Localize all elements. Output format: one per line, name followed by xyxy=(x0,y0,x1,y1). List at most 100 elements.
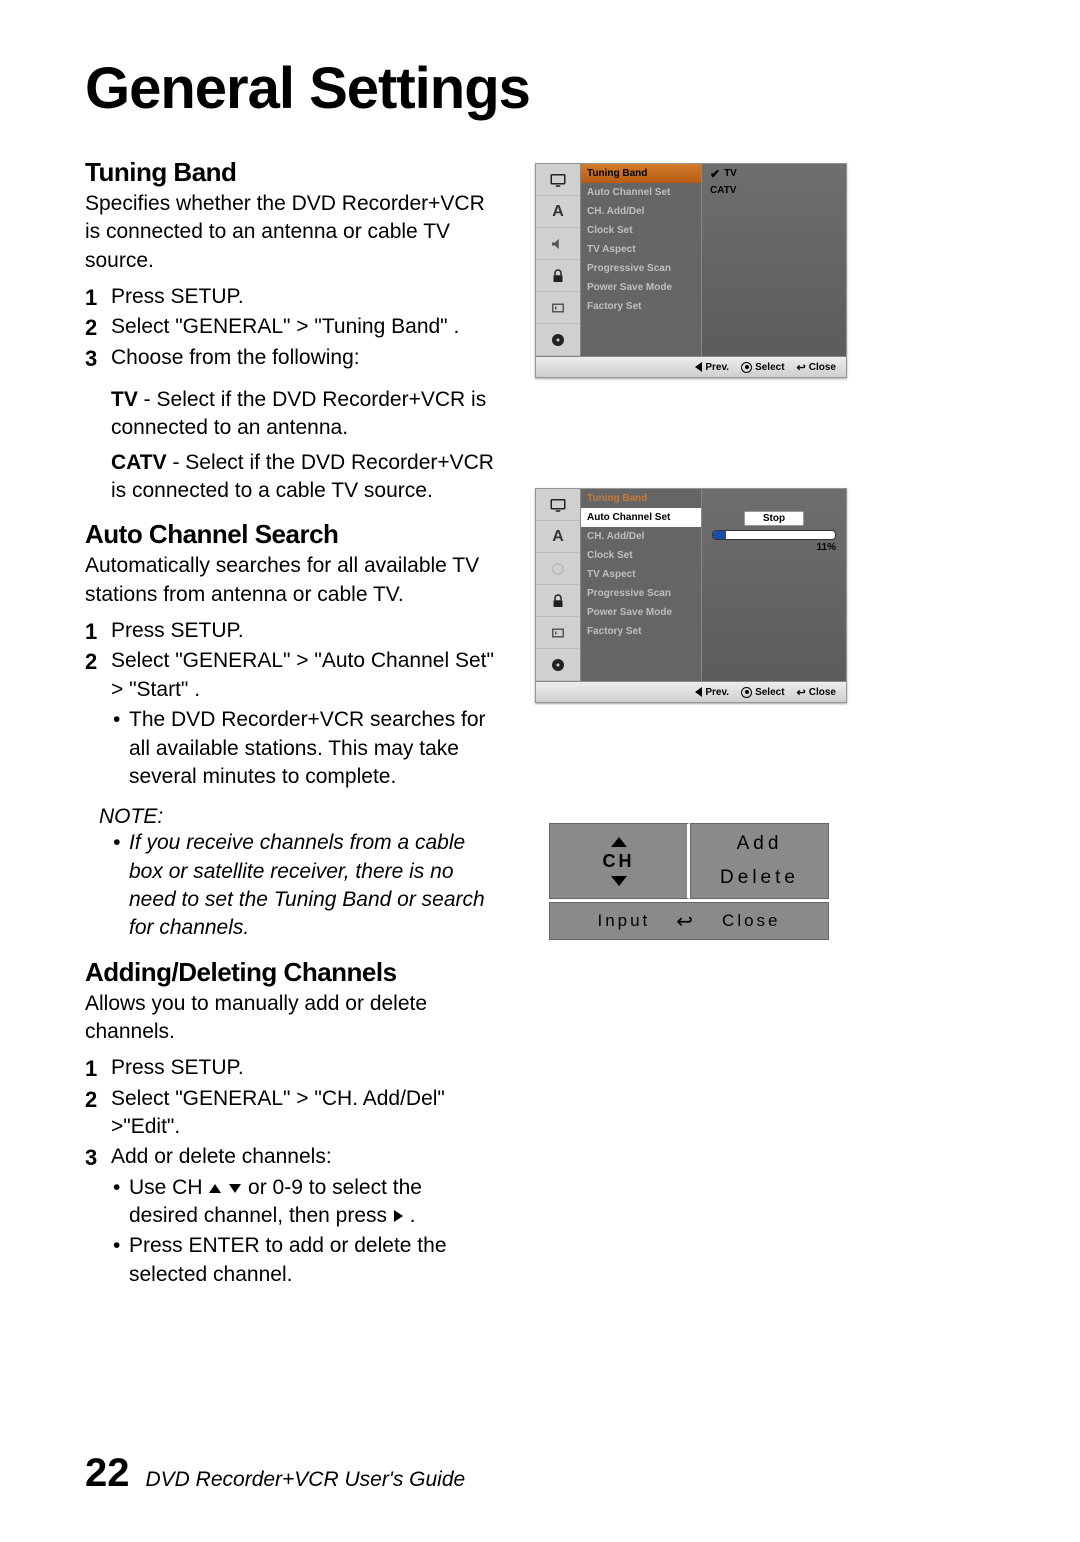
note-label: NOTE: xyxy=(99,805,495,829)
heading-tuning-band: Tuning Band xyxy=(85,157,495,188)
osd-menu-list: Tuning Band Auto Channel Set CH. Add/Del… xyxy=(581,489,702,681)
text: TV xyxy=(724,168,737,179)
osd-item-tuning-band: Tuning Band xyxy=(581,164,701,183)
tab-letter-a-icon: A xyxy=(536,196,580,228)
heading-add-del-channels: Adding/Deleting Channels xyxy=(85,957,495,988)
channel-edit-footer: Input ↩ Close xyxy=(549,902,829,940)
step: Press SETUP. xyxy=(85,1054,495,1082)
screenshot-column: A Tuning Band Auto Channel Set CH. Add/D… xyxy=(535,157,1010,1303)
select-icon xyxy=(741,687,752,698)
steps-add-del-channels: Press SETUP. Select "GENERAL" > "CH. Add… xyxy=(85,1054,495,1289)
step: Select "GENERAL" > "Auto Channel Set" > … xyxy=(85,647,495,791)
footer-close: ↩Close xyxy=(797,686,836,699)
bullet: The DVD Recorder+VCR searches for all av… xyxy=(111,706,495,791)
footer-close: ↩Close xyxy=(797,361,836,374)
step-text: Add or delete channels: xyxy=(111,1145,332,1168)
progress-bar xyxy=(712,530,836,540)
text: CATV xyxy=(710,185,736,196)
channel-label: CH xyxy=(603,851,635,872)
osd-option-catv: CATV xyxy=(702,182,846,199)
osd-tab-strip: A xyxy=(536,489,581,681)
osd-item: Factory Set xyxy=(581,297,701,316)
option-tv: TV - Select if the DVD Recorder+VCR is c… xyxy=(111,386,495,443)
option-catv: CATV - Select if the DVD Recorder+VCR is… xyxy=(111,449,495,506)
tab-audio-icon xyxy=(536,553,580,585)
option-add: Add xyxy=(737,829,783,859)
tab-audio-icon xyxy=(536,228,580,260)
channel-selector: CH xyxy=(549,823,690,899)
osd-item-auto-channel-set: Auto Channel Set xyxy=(581,508,701,527)
osd-item: Power Save Mode xyxy=(581,603,701,622)
osd-item: Progressive Scan xyxy=(581,259,701,278)
osd-item: CH. Add/Del xyxy=(581,202,701,221)
osd-item: Factory Set xyxy=(581,622,701,641)
desc-auto-channel-search: Automatically searches for all available… xyxy=(85,552,495,609)
heading-auto-channel-search: Auto Channel Search xyxy=(85,519,495,550)
osd-right-panel: Stop 11% xyxy=(702,489,846,681)
option-delete: Delete xyxy=(720,863,799,893)
osd-item: Clock Set xyxy=(581,546,701,565)
osd-tab-strip: A xyxy=(536,164,581,356)
return-icon: ↩ xyxy=(797,686,806,699)
triangle-left-icon xyxy=(695,362,702,372)
footer-prev: Prev. xyxy=(695,687,729,698)
text: Use CH xyxy=(129,1176,208,1199)
osd-auto-channel-set: A Tuning Band Auto Channel Set CH. Add/D… xyxy=(535,488,847,703)
page-title: General Settings xyxy=(85,55,1010,122)
osd-footer: Prev. Select ↩Close xyxy=(536,356,846,377)
arrow-right-icon xyxy=(394,1210,403,1222)
option-tv-label: TV xyxy=(111,388,138,411)
osd-item: TV Aspect xyxy=(581,565,701,584)
progress-label: 11% xyxy=(712,542,836,553)
osd-item: Progressive Scan xyxy=(581,584,701,603)
tab-general-icon xyxy=(536,489,580,521)
osd-footer: Prev. Select ↩Close xyxy=(536,681,846,702)
check-icon: ✔ xyxy=(710,168,720,180)
tab-letter-a-icon: A xyxy=(536,521,580,553)
option-catv-label: CATV xyxy=(111,451,167,474)
arrow-up-icon xyxy=(611,837,627,847)
arrow-down-icon xyxy=(611,876,627,886)
osd-right-panel: ✔ TV CATV xyxy=(702,164,846,356)
steps-tuning-band: Press SETUP. Select "GENERAL" > "Tuning … xyxy=(85,283,495,372)
tab-general-icon xyxy=(536,164,580,196)
osd-item: TV Aspect xyxy=(581,240,701,259)
step: Press SETUP. xyxy=(85,283,495,311)
arrow-up-icon xyxy=(209,1184,221,1193)
step: Press SETUP. xyxy=(85,617,495,645)
bullet: Use CH or 0-9 to select the desired chan… xyxy=(111,1174,495,1231)
tab-disc-icon xyxy=(536,324,580,356)
arrow-down-icon xyxy=(229,1184,241,1193)
osd-item: Tuning Band xyxy=(581,489,701,508)
text: . xyxy=(404,1204,416,1227)
step: Add or delete channels: Use CH or 0-9 to… xyxy=(85,1143,495,1289)
footer-close: Close xyxy=(722,911,780,931)
osd-menu-list: Tuning Band Auto Channel Set CH. Add/Del… xyxy=(581,164,702,356)
footer-input: Input xyxy=(597,911,650,931)
osd-item: CH. Add/Del xyxy=(581,527,701,546)
osd-item: Auto Channel Set xyxy=(581,183,701,202)
footer-prev: Prev. xyxy=(695,362,729,373)
step: Choose from the following: xyxy=(85,344,495,372)
footer-select: Select xyxy=(741,362,784,373)
steps-auto-channel-search: Press SETUP. Select "GENERAL" > "Auto Ch… xyxy=(85,617,495,791)
triangle-left-icon xyxy=(695,687,702,697)
note-bullets: If you receive channels from a cable box… xyxy=(111,829,495,942)
step: Select "GENERAL" > "CH. Add/Del" >"Edit"… xyxy=(85,1085,495,1142)
text-column: Tuning Band Specifies whether the DVD Re… xyxy=(85,157,495,1303)
bullet: Press ENTER to add or delete the selecte… xyxy=(111,1232,495,1289)
add-delete-panel: Add Delete xyxy=(690,823,829,899)
osd-channel-edit: CH Add Delete Input ↩ Close xyxy=(549,823,829,940)
tab-rec-icon xyxy=(536,617,580,649)
footer-select: Select xyxy=(741,687,784,698)
option-catv-text: - Select if the DVD Recorder+VCR is conn… xyxy=(111,451,494,502)
tab-disc-icon xyxy=(536,649,580,681)
osd-item: Power Save Mode xyxy=(581,278,701,297)
option-tv-text: - Select if the DVD Recorder+VCR is conn… xyxy=(111,388,486,439)
note-bullet: If you receive channels from a cable box… xyxy=(111,829,495,942)
guide-title: DVD Recorder+VCR User's Guide xyxy=(146,1468,466,1492)
tab-lock-icon xyxy=(536,260,580,292)
return-icon: ↩ xyxy=(676,909,696,934)
tab-lock-icon xyxy=(536,585,580,617)
select-icon xyxy=(741,362,752,373)
